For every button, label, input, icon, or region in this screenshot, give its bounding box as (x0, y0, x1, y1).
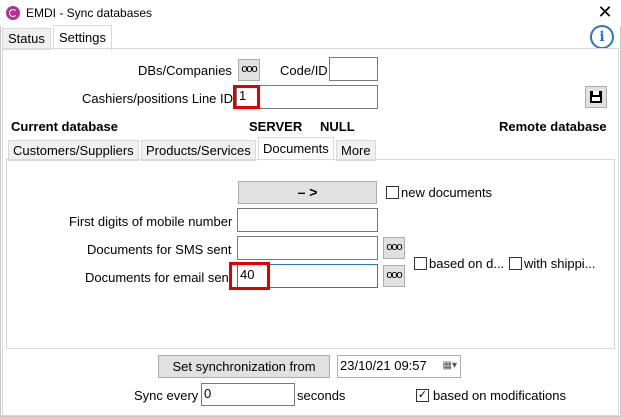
based-on-d-label: based on d... (429, 256, 505, 271)
dbs-companies-button[interactable]: ooo (238, 59, 260, 81)
code-id-label: Code/ID (280, 63, 328, 78)
info-icon[interactable]: i (590, 25, 614, 49)
with-shippi-checkbox[interactable] (509, 257, 522, 270)
title-bar: EMDI - Sync databases ✕ (0, 0, 621, 26)
server-label: SERVER (249, 119, 303, 134)
new-documents-checkbox[interactable] (386, 186, 399, 199)
subtab-products-services[interactable]: Products/Services (141, 140, 256, 161)
subtab-customers-suppliers[interactable]: Customers/Suppliers (8, 140, 139, 161)
with-shippi-label: with shippi... (524, 256, 596, 271)
current-database-label: Current database (11, 119, 118, 134)
window-title: EMDI - Sync databases (26, 6, 153, 20)
close-icon[interactable]: ✕ (596, 3, 614, 21)
based-on-modifications-label: based on modifications (433, 388, 566, 403)
tab-status[interactable]: Status (2, 28, 51, 50)
seconds-label: seconds (297, 388, 346, 403)
highlight-cashiers (233, 85, 260, 109)
based-on-d-checkbox[interactable] (414, 257, 427, 270)
highlight-email (229, 262, 270, 290)
mobile-label: First digits of mobile number (69, 214, 233, 229)
code-id-input[interactable] (329, 57, 378, 81)
email-docs-button[interactable]: ooo (383, 265, 405, 287)
calendar-dropdown-icon[interactable]: ▦▾ (443, 356, 457, 376)
sync-date-picker[interactable]: 23/10/21 09:57 ▦▾ (337, 355, 461, 378)
remote-database-label: Remote database (499, 119, 607, 134)
cashiers-label: Cashiers/positions Line ID (82, 91, 234, 106)
dbs-companies-label: DBs/Companies (138, 63, 232, 78)
sync-every-input[interactable]: 0 (201, 383, 295, 406)
sync-every-label: Sync every (134, 388, 199, 403)
mobile-input[interactable] (237, 208, 378, 232)
set-sync-button[interactable]: Set synchronization from (158, 355, 330, 378)
arrow-button[interactable]: – > (238, 181, 377, 204)
subtab-more[interactable]: More (336, 140, 376, 161)
sms-label: Documents for SMS sent (87, 242, 232, 257)
email-label: Documents for email sen (85, 270, 229, 285)
save-icon[interactable] (585, 86, 607, 108)
null-label: NULL (320, 119, 355, 134)
sms-input[interactable] (237, 236, 378, 260)
new-documents-label: new documents (401, 185, 493, 200)
subtab-documents[interactable]: Documents (258, 137, 334, 161)
sms-docs-button[interactable]: ooo (383, 237, 405, 259)
based-on-modifications-checkbox[interactable]: ✓ (416, 389, 429, 402)
app-icon (6, 6, 20, 20)
sync-date-value: 23/10/21 09:57 (340, 358, 427, 373)
